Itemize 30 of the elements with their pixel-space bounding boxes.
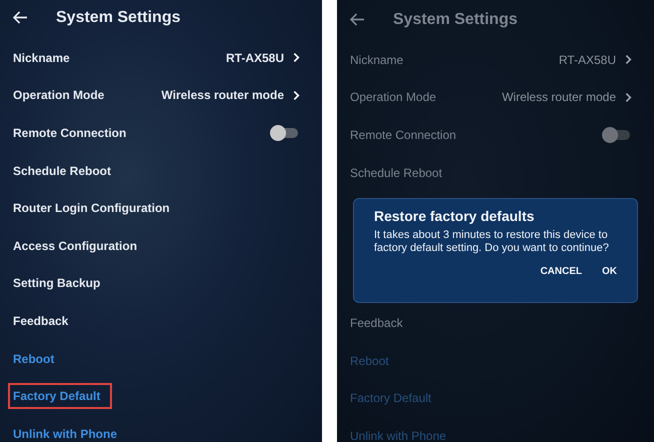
setting-value: RT-AX58U xyxy=(558,52,616,67)
setting-item[interactable]: Remote Connection xyxy=(13,126,272,140)
setting-item[interactable]: Access Configuration xyxy=(13,238,300,253)
setting-item[interactable]: Unlink with Phone xyxy=(13,426,117,441)
toggle-switch[interactable] xyxy=(604,130,630,140)
setting-value: Wireless router mode xyxy=(502,90,616,104)
chevron-right-icon[interactable] xyxy=(625,92,632,103)
setting-value: Wireless router mode xyxy=(161,88,284,102)
toggle-switch[interactable] xyxy=(272,128,298,138)
setting-item[interactable]: Router Login Configuration xyxy=(13,201,300,216)
setting-item[interactable]: Operation Mode xyxy=(350,90,502,104)
setting-value: RT-AX58U xyxy=(226,50,284,65)
dialog-message: It takes about 3 minutes to restore this device to factory default setting. Do you want to continue? xyxy=(374,229,610,256)
setting-item[interactable]: Nickname xyxy=(13,50,226,65)
setting-item[interactable]: Factory Default xyxy=(10,385,110,408)
chevron-right-icon[interactable] xyxy=(625,54,632,66)
dialog-button[interactable]: OK xyxy=(596,262,623,282)
setting-item[interactable]: Feedback xyxy=(13,314,300,328)
setting-item[interactable]: Operation Mode xyxy=(13,88,162,102)
setting-item[interactable]: Reboot xyxy=(13,352,54,366)
setting-item[interactable]: Schedule Reboot xyxy=(350,166,632,180)
setting-item[interactable]: Nickname xyxy=(350,52,559,67)
setting-item[interactable]: Setting Backup xyxy=(13,276,300,290)
screen-title: System Settings xyxy=(393,10,518,28)
setting-item[interactable]: Feedback xyxy=(350,316,632,330)
setting-item[interactable]: Schedule Reboot xyxy=(13,164,300,178)
dialog-button[interactable]: CANCEL xyxy=(534,262,588,282)
screen-title: System Settings xyxy=(56,8,180,26)
dialog-title: Restore factory defaults xyxy=(374,208,536,224)
setting-item[interactable]: Remote Connection xyxy=(350,128,604,142)
